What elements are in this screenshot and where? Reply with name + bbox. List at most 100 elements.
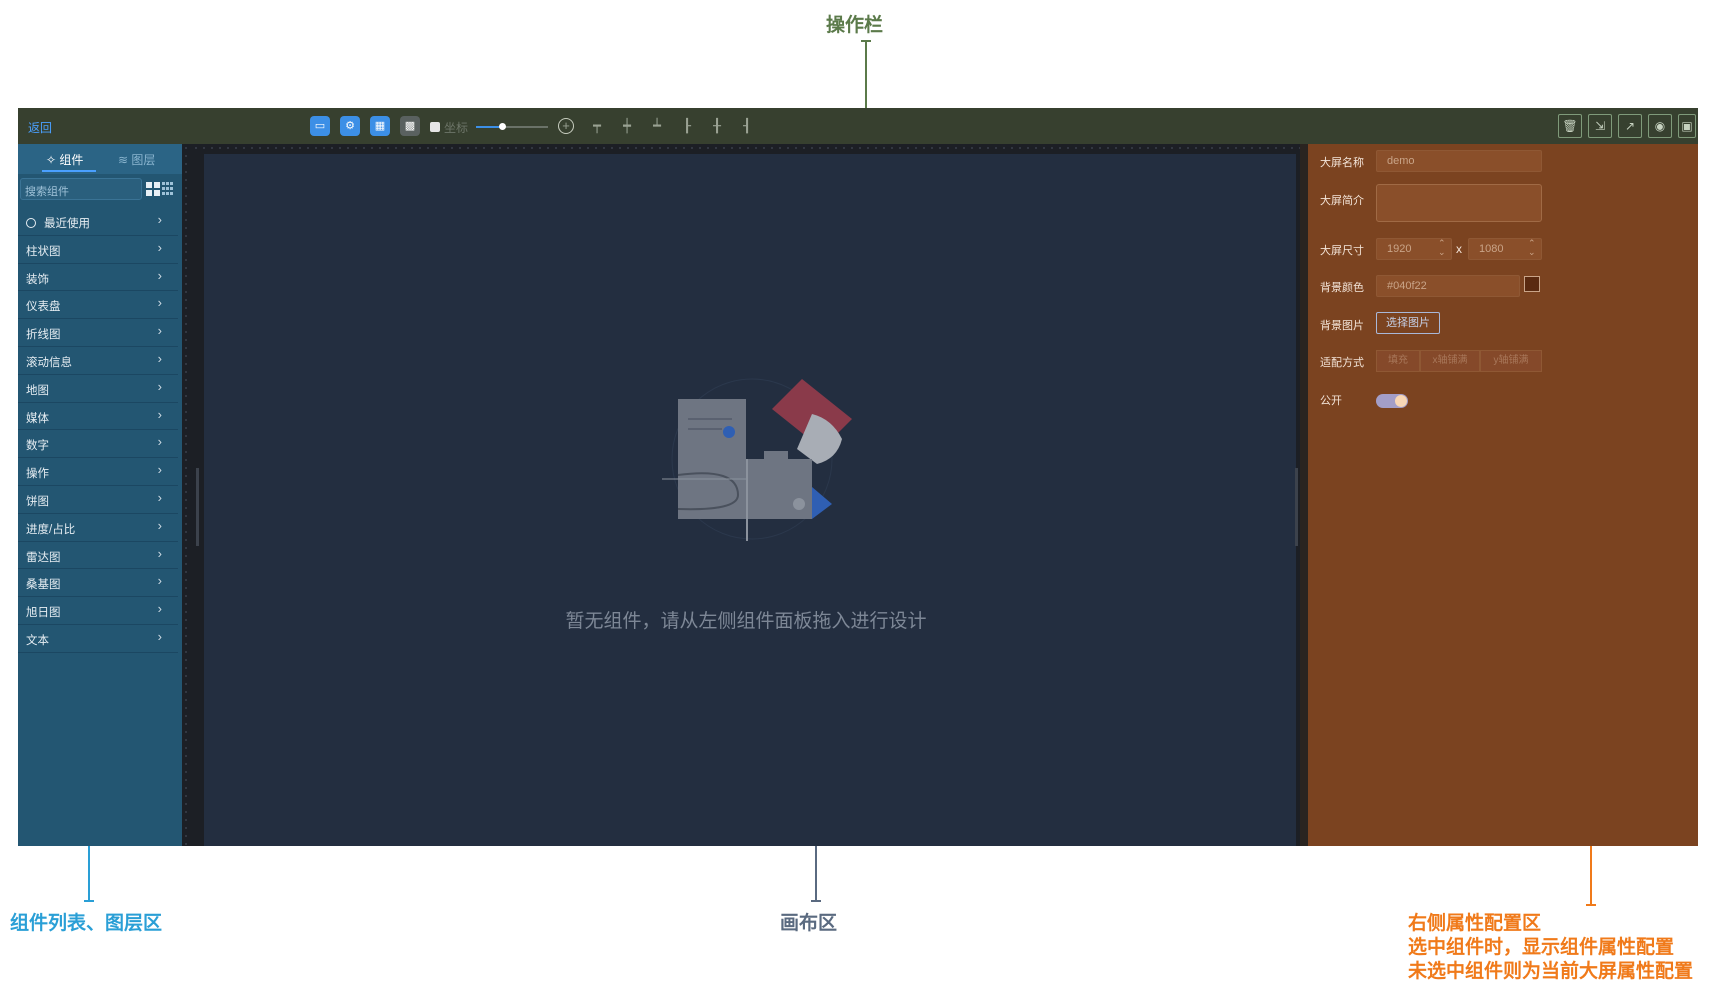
color-picker-swatch[interactable] [1524, 276, 1540, 292]
category-line-chart[interactable]: 折线图 › [18, 319, 178, 347]
annotation-left-line [88, 846, 90, 902]
size-separator: x [1456, 242, 1462, 256]
category-label: 折线图 [26, 329, 61, 342]
category-sankey[interactable]: 桑基图 › [18, 569, 178, 598]
annotation-right-line-2: 选中组件时，显示组件属性配置 [1408, 937, 1675, 958]
design-canvas[interactable]: 暂无组件，请从左侧组件面板拖入进行设计 [204, 154, 1296, 846]
annotation-right-tick [1586, 904, 1596, 906]
align-left-icon[interactable]: ┠ [678, 117, 696, 135]
choose-image-button[interactable]: 选择图片 [1376, 312, 1440, 334]
large-grid-view-icon[interactable] [146, 182, 160, 196]
annotation-toolbar: 操作栏 [826, 15, 884, 36]
screen-intro-textarea[interactable] [1376, 184, 1542, 222]
width-spinner-icon[interactable]: ⌃ ⌄ [1438, 239, 1446, 257]
annotation-right-line-1: 右侧属性配置区 [1408, 913, 1542, 934]
chevron-right-icon: › [157, 350, 162, 366]
height-spinner-icon[interactable]: ⌃ ⌄ [1528, 239, 1536, 257]
save-icon[interactable]: ▣ [1678, 114, 1696, 138]
crosshair-icon[interactable]: + [558, 118, 574, 134]
align-vcenter-icon[interactable]: ┿ [618, 117, 636, 135]
screen-intro-label: 大屏简介 [1320, 195, 1364, 207]
category-text[interactable]: 文本 › [18, 625, 178, 653]
chevron-right-icon: › [157, 628, 162, 644]
fit-option-y[interactable]: y轴铺满 [1480, 350, 1542, 372]
tab-components[interactable]: ✧ 组件 [46, 151, 83, 168]
panel-tabs: ✧ 组件 ≋ 图层 [18, 144, 182, 174]
fit-option-fill[interactable]: 填充 [1376, 350, 1420, 372]
vertical-ruler [182, 144, 192, 846]
delete-icon[interactable]: 🗑 [1558, 114, 1582, 138]
layers-icon: ≋ [118, 153, 129, 167]
zoom-slider-knob[interactable] [499, 123, 506, 130]
category-map[interactable]: 地图 › [18, 375, 178, 403]
export-icon[interactable]: ⇲ [1588, 114, 1612, 138]
chevron-right-icon: › [157, 239, 162, 255]
category-number[interactable]: 数字 › [18, 430, 178, 459]
left-panel-resize-handle[interactable] [196, 468, 199, 546]
chevron-right-icon: › [157, 573, 162, 589]
chevron-right-icon: › [157, 212, 162, 227]
align-bottom-icon[interactable]: ┷ [648, 117, 666, 135]
empty-canvas-message: 暂无组件，请从左侧组件面板拖入进行设计 [565, 611, 927, 632]
public-toggle[interactable] [1376, 394, 1408, 408]
back-link[interactable]: 返回 [28, 119, 52, 136]
align-top-icon[interactable]: ┯ [588, 117, 606, 135]
bg-color-label: 背景颜色 [1320, 282, 1364, 294]
screen-name-input[interactable]: demo [1376, 150, 1542, 172]
bg-image-label: 背景图片 [1320, 320, 1364, 332]
annotated-screenshot: 操作栏 返回 ▭ ⚙ ▦ ▩ 坐标 + ┯ ┿ ┷ ┠ ╂ ┨ 🗑 ⇲ ↗ ◉ [0, 0, 1725, 992]
category-label: 旭日图 [26, 607, 61, 620]
coordinate-checkbox[interactable] [430, 122, 440, 132]
tab-layers[interactable]: ≋ 图层 [118, 151, 155, 168]
clock-icon [26, 218, 36, 228]
category-operation[interactable]: 操作 › [18, 458, 178, 486]
category-progress[interactable]: 进度/占比 › [18, 514, 178, 542]
chevron-right-icon: › [157, 545, 162, 561]
category-label: 柱状图 [26, 245, 61, 258]
fit-option-x[interactable]: x轴铺满 [1420, 350, 1480, 372]
search-input[interactable]: 搜索组件 [20, 178, 142, 200]
grid-icon[interactable]: ▩ [400, 116, 420, 136]
align-hcenter-icon[interactable]: ╂ [708, 117, 726, 135]
annotation-right-line [1590, 846, 1592, 906]
category-sunburst[interactable]: 旭日图 › [18, 597, 178, 625]
category-radar[interactable]: 雷达图 › [18, 542, 178, 570]
component-panel: ✧ 组件 ≋ 图层 搜索组件 最近使用 › 柱状图 › 装饰 › 仪表盘 › 折线图 › … [18, 144, 182, 846]
fit-mode-label: 适配方式 [1320, 357, 1364, 369]
public-label: 公开 [1320, 395, 1342, 407]
annotation-right-line-3: 未选中组件则为当前大屏属性配置 [1408, 961, 1694, 982]
panel-divider [1300, 144, 1308, 846]
settings-icon[interactable]: ⚙ [340, 116, 360, 136]
layout-icon[interactable]: ▭ [310, 116, 330, 136]
category-label: 饼图 [26, 495, 49, 508]
category-decoration[interactable]: 装饰 › [18, 264, 178, 292]
category-label: 雷达图 [26, 551, 61, 564]
category-bar-chart[interactable]: 柱状图 › [18, 236, 178, 264]
tab-layers-label: 图层 [131, 153, 156, 167]
category-label: 操作 [26, 468, 49, 481]
annotation-toolbar-tick [861, 40, 871, 42]
category-recent[interactable]: 最近使用 › [18, 208, 178, 236]
category-pie-chart[interactable]: 饼图 › [18, 486, 178, 514]
screen-size-label: 大屏尺寸 [1320, 245, 1364, 257]
right-panel-resize-handle[interactable] [1295, 468, 1298, 546]
category-label: 桑基图 [26, 579, 61, 592]
category-label: 进度/占比 [26, 523, 76, 536]
annotation-center-line [815, 846, 817, 902]
share-icon[interactable]: ↗ [1618, 114, 1642, 138]
screen-name-label: 大屏名称 [1320, 157, 1364, 169]
preview-icon[interactable]: ◉ [1648, 114, 1672, 138]
chevron-right-icon: › [157, 601, 162, 617]
calendar-icon[interactable]: ▦ [370, 116, 390, 136]
category-media[interactable]: 媒体 › [18, 403, 178, 431]
annotation-center-tick [811, 900, 821, 902]
category-gauge[interactable]: 仪表盘 › [18, 291, 178, 320]
category-scroll-info[interactable]: 滚动信息 › [18, 347, 178, 375]
annotation-component-panel: 组件列表、图层区 [10, 913, 163, 934]
chevron-right-icon: › [157, 489, 162, 505]
chevron-right-icon: › [157, 517, 162, 533]
align-right-icon[interactable]: ┨ [738, 117, 756, 135]
small-grid-view-icon[interactable] [162, 182, 176, 196]
bg-color-input[interactable]: #040f22 [1376, 275, 1520, 297]
horizontal-ruler [192, 144, 1300, 154]
